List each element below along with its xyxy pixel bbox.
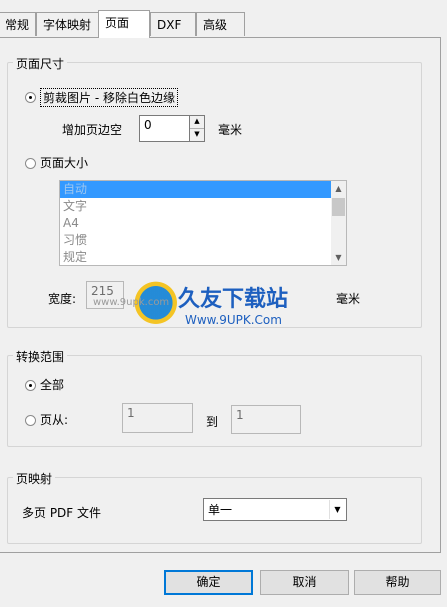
watermark-url: Www.9UPK.Com [185, 313, 282, 327]
tab-font-mapping-label: 字体映射 [43, 18, 92, 32]
tab-general[interactable]: 常规 [0, 12, 36, 36]
page-size-radio[interactable] [25, 158, 36, 169]
range-group-title: 转换范围 [13, 348, 68, 365]
width-label: 宽度: [48, 292, 77, 306]
watermark-small-url: www.9upk.com [93, 297, 170, 308]
help-button-label: 帮助 [385, 575, 410, 589]
list-item[interactable]: 自动 [60, 181, 346, 198]
tab-page[interactable]: 页面 [98, 10, 150, 38]
page-size-radio-label[interactable]: 页面大小 [40, 154, 88, 171]
watermark-brand: 久友下载站 [178, 287, 289, 312]
ok-button[interactable]: 确定 [164, 570, 253, 595]
margin-label: 增加页边空 [62, 123, 123, 137]
tab-advanced-label: 高级 [203, 18, 228, 32]
range-group [7, 355, 422, 447]
scroll-down-icon[interactable]: ▼ [331, 250, 346, 265]
tab-dxf-label: DXF [157, 18, 182, 32]
margin-value: 0 [144, 118, 152, 132]
mapping-group-title: 页映射 [13, 470, 56, 487]
page-size-group-title: 页面尺寸 [13, 55, 68, 72]
width-value: 215 [91, 284, 114, 298]
chevron-down-icon[interactable]: ▼ [329, 500, 345, 519]
all-pages-label[interactable]: 全部 [40, 376, 64, 393]
list-item[interactable]: 规定 [60, 249, 346, 265]
tab-page-label: 页面 [105, 16, 130, 30]
cancel-button[interactable]: 取消 [260, 570, 349, 595]
from-page-input[interactable]: 1 [122, 403, 193, 433]
to-page-value: 1 [236, 408, 244, 422]
tab-font-mapping[interactable]: 字体映射 [36, 12, 99, 36]
scroll-up-icon[interactable]: ▲ [331, 181, 346, 196]
to-page-input[interactable]: 1 [231, 405, 301, 434]
scroll-thumb[interactable] [332, 198, 345, 216]
spin-down-icon[interactable]: ▼ [190, 129, 204, 142]
margin-input[interactable]: 0 [139, 115, 190, 142]
margin-spinner[interactable]: ▲ ▼ [189, 115, 205, 142]
page-range-label[interactable]: 页从: [40, 411, 68, 428]
list-item[interactable]: 文字 [60, 198, 346, 215]
margin-unit: 毫米 [218, 123, 243, 137]
list-scrollbar[interactable]: ▲ ▼ [331, 181, 346, 265]
page-mapping-select[interactable]: 单一 ▼ [203, 498, 347, 521]
help-button[interactable]: 帮助 [354, 570, 441, 595]
page-mapping-value: 单一 [208, 503, 233, 517]
multi-page-label: 多页 PDF 文件 [22, 506, 102, 520]
cancel-button-label: 取消 [292, 575, 317, 589]
size-unit: 毫米 [336, 292, 361, 306]
to-label: 到 [206, 415, 219, 429]
page-range-radio[interactable] [25, 415, 36, 426]
ok-button-label: 确定 [196, 575, 221, 589]
crop-radio[interactable] [25, 92, 36, 103]
tab-advanced[interactable]: 高级 [196, 12, 245, 36]
from-page-value: 1 [127, 406, 135, 420]
all-pages-radio[interactable] [25, 380, 36, 391]
tab-general-label: 常规 [5, 18, 30, 32]
spin-up-icon[interactable]: ▲ [190, 116, 204, 129]
list-item[interactable]: 习惯 [60, 232, 346, 249]
crop-radio-label[interactable]: 剪裁图片 - 移除白色边缘 [40, 88, 178, 107]
tab-dxf[interactable]: DXF [150, 12, 196, 36]
list-item[interactable]: A4 [60, 215, 346, 232]
page-size-list[interactable]: 自动 文字 A4 习惯 规定 ▲ ▼ [59, 180, 347, 266]
